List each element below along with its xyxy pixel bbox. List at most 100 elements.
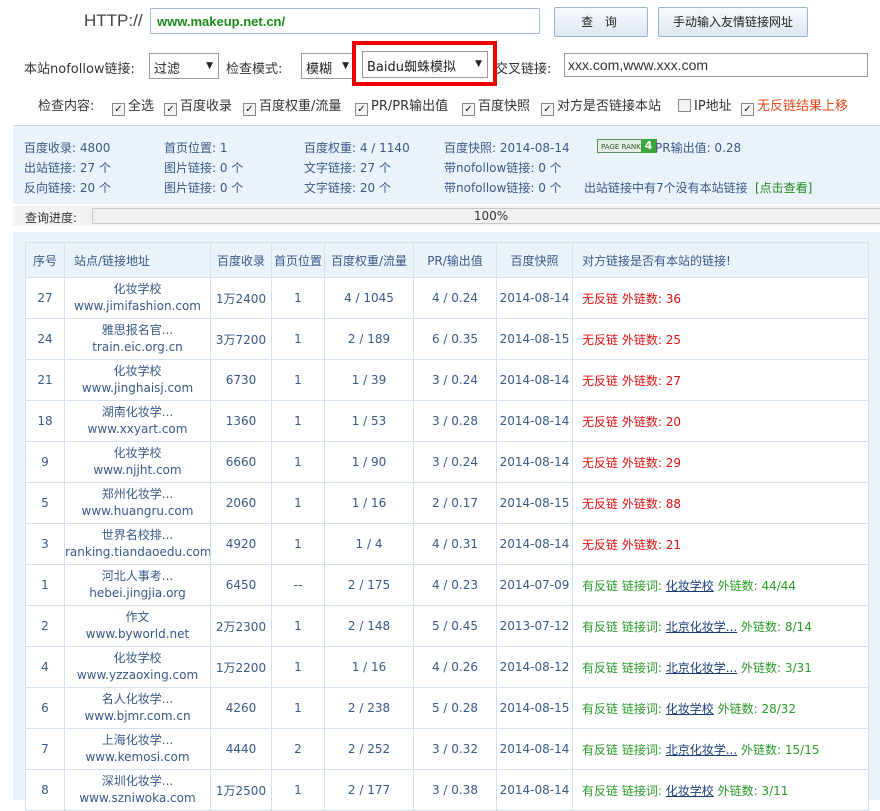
site-name[interactable]: 化妆学校: [66, 445, 210, 462]
site-name[interactable]: 湖南化妆学...: [66, 404, 210, 421]
out-count-label: 外链数:: [621, 496, 662, 511]
site-url[interactable]: www.xxyart.com: [66, 421, 210, 438]
backlink-status: 无反链: [582, 455, 619, 470]
cell-weight: 2 / 148: [324, 605, 414, 647]
progress-text: 100%: [473, 209, 509, 223]
backlink-status: 无反链: [582, 291, 619, 306]
stat-nofollow-out: 带nofollow链接: 0 个: [444, 161, 562, 175]
cell-site[interactable]: 化妆学校 www.jimifashion.com: [64, 277, 211, 319]
cell-site[interactable]: 郑州化妆学... www.huangru.com: [64, 482, 211, 524]
checkbox-ip[interactable]: IP地址: [678, 95, 732, 114]
anchor-text-link[interactable]: 北京化妆学...: [666, 620, 737, 634]
cell-backlink: 有反链 链接词: 北京化妆学... 外链数: 3/31: [572, 646, 869, 688]
checkbox-select-all[interactable]: ✓ 全选: [112, 95, 154, 116]
checkbox-backlink[interactable]: ✓ 对方是否链接本站: [541, 95, 661, 116]
site-name[interactable]: 郑州化妆学...: [66, 486, 210, 503]
site-name[interactable]: 化妆学校: [66, 363, 210, 380]
site-url[interactable]: www.jimifashion.com: [66, 298, 210, 315]
site-url[interactable]: ranking.tiandaoedu.com: [66, 544, 210, 561]
site-url[interactable]: www.byworld.net: [66, 626, 210, 643]
stats-panel: 百度收录: 4800 首页位置: 1 百度权重: 4 / 1140 百度快照: …: [13, 125, 880, 204]
cell-site[interactable]: 化妆学校 www.jinghaisj.com: [64, 359, 211, 401]
cell-snapshot: 2014-08-15: [496, 318, 573, 360]
site-name[interactable]: 作文: [66, 609, 210, 626]
backlink-status: 有反链: [582, 578, 619, 593]
cell-no: 3: [25, 523, 65, 565]
cell-index: 4920: [210, 523, 272, 565]
site-name[interactable]: 化妆学校: [66, 650, 210, 667]
site-name[interactable]: 河北人事考...: [66, 568, 210, 585]
anchor-text-link[interactable]: 北京化妆学...: [666, 661, 737, 675]
cell-pr: 3 / 0.24: [413, 441, 497, 483]
site-name[interactable]: 化妆学校: [66, 281, 210, 298]
anchor-label: 链接词:: [621, 578, 662, 593]
site-name[interactable]: 名人化妆学...: [66, 691, 210, 708]
site-url[interactable]: www.szniwoka.com: [66, 790, 210, 807]
table-row: 24 雅思报名官... train.eic.org.cn 3万7200 1 2 / 189…: [25, 318, 869, 360]
site-name[interactable]: 雅思报名官...: [66, 322, 210, 339]
header-snapshot: 百度快照: [496, 242, 573, 278]
out-count-label: 外链数:: [621, 332, 662, 347]
site-url[interactable]: www.huangru.com: [66, 503, 210, 520]
cell-index: 6450: [210, 564, 272, 606]
table-header-row: 序号 站点/链接地址 百度收录 首页位置 百度权重/流量 PR/输出值 百度快照…: [25, 242, 869, 278]
site-url[interactable]: train.eic.org.cn: [66, 339, 210, 356]
cell-pr: 3 / 0.28: [413, 400, 497, 442]
checkbox-baidu-index[interactable]: ✓ 百度收录: [164, 95, 232, 116]
out-count-label: 外链数:: [621, 414, 662, 429]
cell-index: 1360: [210, 400, 272, 442]
query-button[interactable]: 查 询: [554, 7, 648, 37]
out-count: 36: [665, 291, 681, 306]
header-site: 站点/链接地址: [64, 242, 211, 278]
cell-site[interactable]: 雅思报名官... train.eic.org.cn: [64, 318, 211, 360]
mode-select[interactable]: 模糊 ▼: [301, 53, 355, 79]
manual-input-button[interactable]: 手动输入友情链接网址: [658, 7, 808, 37]
checkbox-baidu-snapshot[interactable]: ✓ 百度快照: [462, 95, 530, 116]
anchor-text-link[interactable]: 化妆学校: [666, 702, 714, 716]
header-no: 序号: [25, 242, 65, 278]
site-url[interactable]: www.njjht.com: [66, 462, 210, 479]
site-url[interactable]: www.bjmr.com.cn: [66, 708, 210, 725]
cell-site[interactable]: 深圳化妆学... www.szniwoka.com: [64, 769, 211, 811]
cell-site[interactable]: 名人化妆学... www.bjmr.com.cn: [64, 687, 211, 729]
site-url[interactable]: hebei.jingjia.org: [66, 585, 210, 602]
cell-home: 1: [271, 687, 325, 729]
cell-site[interactable]: 上海化妆学... www.kemosi.com: [64, 728, 211, 770]
backlink-status: 无反链: [582, 332, 619, 347]
cell-site[interactable]: 世界名校排... ranking.tiandaoedu.com: [64, 523, 211, 565]
site-url[interactable]: www.kemosi.com: [66, 749, 210, 766]
cell-home: 1: [271, 441, 325, 483]
checkbox-no-backlink-top[interactable]: ✓ 无反链结果上移: [741, 95, 848, 116]
site-name[interactable]: 深圳化妆学...: [66, 773, 210, 790]
nofollow-select[interactable]: 过滤 ▼: [149, 53, 219, 79]
checkbox-checked-icon: ✓: [112, 103, 125, 116]
cell-home: 1: [271, 523, 325, 565]
cell-site[interactable]: 作文 www.byworld.net: [64, 605, 211, 647]
cell-snapshot: 2014-08-14: [496, 769, 573, 811]
cell-site[interactable]: 湖南化妆学... www.xxyart.com: [64, 400, 211, 442]
anchor-label: 链接词:: [621, 783, 662, 798]
site-name[interactable]: 上海化妆学...: [66, 732, 210, 749]
cell-snapshot: 2014-08-14: [496, 441, 573, 483]
cell-home: 1: [271, 318, 325, 360]
cell-site[interactable]: 化妆学校 www.njjht.com: [64, 441, 211, 483]
table-row: 6 名人化妆学... www.bjmr.com.cn 4260 1 2 / 238 5 / …: [25, 687, 869, 729]
out-count: 44/44: [761, 578, 797, 593]
checkbox-pr[interactable]: ✓ PR/PR输出值: [355, 95, 448, 116]
view-details-link[interactable]: [点击查看]: [755, 179, 812, 196]
checkbox-baidu-weight[interactable]: ✓ 百度权重/流量: [243, 95, 341, 116]
table-row: 5 郑州化妆学... www.huangru.com 2060 1 1 / 16 2 / 0…: [25, 482, 869, 524]
site-url[interactable]: www.yzzaoxing.com: [66, 667, 210, 684]
cell-backlink: 无反链 外链数: 36: [572, 277, 869, 319]
anchor-text-link[interactable]: 化妆学校: [666, 784, 714, 798]
cell-index: 1万2200: [210, 646, 272, 688]
url-input[interactable]: www.makeup.net.cn/: [150, 8, 540, 34]
cross-link-input[interactable]: xxx.com,www.xxx.com: [564, 53, 868, 77]
site-url[interactable]: www.jinghaisj.com: [66, 380, 210, 397]
site-name[interactable]: 世界名校排...: [66, 527, 210, 544]
anchor-text-link[interactable]: 北京化妆学...: [666, 743, 737, 757]
nofollow-select-value: 过滤: [154, 62, 181, 77]
cell-site[interactable]: 化妆学校 www.yzzaoxing.com: [64, 646, 211, 688]
cell-site[interactable]: 河北人事考... hebei.jingjia.org: [64, 564, 211, 606]
anchor-text-link[interactable]: 化妆学校: [666, 579, 714, 593]
